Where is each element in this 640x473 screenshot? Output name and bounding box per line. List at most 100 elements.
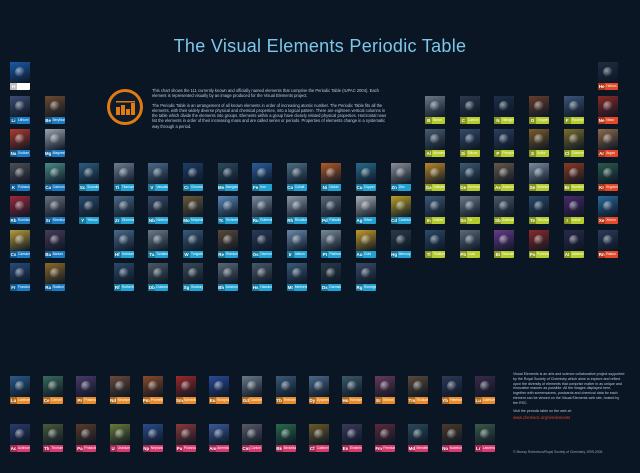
element-tile-lanthanum[interactable]: LaLanthanum [10,376,30,404]
element-tile-astatine[interactable]: At Astatine [563,229,584,258]
element-tile-berkelium[interactable]: BkBerkelium [275,424,296,452]
element-tile-holmium[interactable]: Ho Holmium [342,376,362,404]
element-tile-protactinium[interactable]: PaProtactinium [76,424,97,452]
element-tile-mendelevium[interactable]: MdMendelevium [408,424,429,452]
element-tile-americium[interactable]: AmAmericium [209,424,230,452]
element-tile-radium[interactable]: Ra Radium [44,263,65,291]
element-tile-boron[interactable]: B Boron [425,95,446,124]
element-tile-iridium[interactable]: Ir Iridium [286,229,307,258]
element-tile-actinium[interactable]: Ac Actinium [10,424,30,452]
element-tile-caesium[interactable]: Cs Caesium [10,229,30,258]
element-tile-tungsten[interactable]: WTungsten [183,229,203,258]
element-tile-tin[interactable]: Sn Tin [459,196,480,224]
element-tile-hafnium[interactable]: Hf Hafnium [113,229,134,258]
element-tile-titanium[interactable]: Ti Titanium [113,162,134,191]
element-tile-yttrium[interactable]: Y Yttrium [79,196,100,224]
element-tile-bohrium[interactable]: Bh Bohrium [217,263,238,291]
element-tile-helium[interactable]: He Helium [598,62,619,90]
element-tile-einsteinium[interactable]: EsEinsteinium [342,424,362,452]
element-tile-darmstadtium[interactable]: DsDarmstadtium [321,263,342,291]
element-tile-mercury[interactable]: Hg Mercury [390,229,411,258]
element-tile-magnesium[interactable]: MgMagnesium [44,129,65,157]
element-tile-manganese[interactable]: MnManganese [217,162,238,191]
element-tile-gallium[interactable]: Ga Gallium [425,162,446,191]
element-tile-oxygen[interactable]: O Oxygen [529,95,549,124]
element-tile-europium[interactable]: EuEuropium [209,376,230,404]
element-tile-arsenic[interactable]: As Arsenic [494,162,515,191]
element-tile-curium[interactable]: Cm Curium [242,424,263,452]
element-tile-bismuth[interactable]: Bi Bismuth [494,229,515,258]
element-tile-lithium[interactable]: Li Lithium [10,95,30,124]
element-tile-tantalum[interactable]: TaTantalum [148,229,169,258]
element-tile-seaborgium[interactable]: SgSeaborgium [183,263,203,291]
element-tile-barium[interactable]: Ba Barium [44,229,65,258]
element-tile-nickel[interactable]: Ni Nickel [321,162,342,191]
element-tile-californium[interactable]: CfCalifornium [308,424,329,452]
element-tile-hassium[interactable]: Hs Hassium [252,263,273,291]
element-tile-silicon[interactable]: Si Silicon [459,129,480,157]
element-tile-neodymium[interactable]: NdNeodymium [109,376,130,404]
element-tile-rhodium[interactable]: Rh Rhodium [286,196,307,224]
element-tile-argon[interactable]: Ar Argon [598,129,619,157]
element-tile-rutherfordium[interactable]: RfRutherfordium [113,263,134,291]
element-tile-lutetium[interactable]: Lu Lutetium [474,376,495,404]
website-link[interactable]: www.chemsoc.org/viselements [513,416,625,421]
element-tile-tellurium[interactable]: Te Tellurium [529,196,549,224]
element-tile-uranium[interactable]: U Uranium [109,424,130,452]
element-tile-antimony[interactable]: SbAntimony [494,196,515,224]
element-tile-technetium[interactable]: TcTechnetium [217,196,238,224]
element-tile-platinum[interactable]: Pt Platinum [321,229,342,258]
element-tile-thulium[interactable]: Tm Thulium [408,376,429,404]
element-tile-nobelium[interactable]: NoNobelium [441,424,462,452]
element-tile-rubidium[interactable]: RbRubidium [10,196,30,224]
element-tile-cadmium[interactable]: CdCadmium [390,196,411,224]
element-tile-xenon[interactable]: Xe Xenon [598,196,619,224]
element-tile-thallium[interactable]: Tl Thallium [425,229,446,258]
element-tile-gadolinium[interactable]: GdGadolinium [242,376,263,404]
element-tile-hydrogen[interactable]: HHydrogen [10,62,30,90]
element-tile-zirconium[interactable]: ZrZirconium [113,196,134,224]
element-tile-selenium[interactable]: SeSelenium [529,162,549,191]
element-tile-sulfur[interactable]: S Sulfur [529,129,549,157]
element-tile-krypton[interactable]: Kr Krypton [598,162,619,191]
element-tile-lawrencium[interactable]: LrLawrencium [474,424,495,452]
element-tile-promethium[interactable]: PmPromethium [142,376,163,404]
element-tile-silver[interactable]: Ag Silver [356,196,376,224]
element-tile-lead[interactable]: Pb Lead [459,229,480,258]
element-tile-rhenium[interactable]: Re Rhenium [217,229,238,258]
element-tile-gold[interactable]: Au Gold [356,229,376,258]
element-tile-thorium[interactable]: Th Thorium [43,424,64,452]
element-tile-osmium[interactable]: Os Osmium [252,229,273,258]
element-tile-copper[interactable]: Cu Copper [356,162,376,191]
element-tile-terbium[interactable]: Tb Terbium [275,376,296,404]
element-tile-beryllium[interactable]: BeBeryllium [44,95,65,124]
element-tile-strontium[interactable]: SrStrontium [44,196,65,224]
element-tile-molybdenum[interactable]: MoMolybdenum [183,196,203,224]
element-tile-niobium[interactable]: Nb Niobium [148,196,169,224]
element-tile-erbium[interactable]: Er Erbium [375,376,396,404]
element-tile-chlorine[interactable]: Cl Chlorine [563,129,584,157]
element-tile-samarium[interactable]: SmSamarium [176,376,196,404]
element-tile-sodium[interactable]: Na Sodium [10,129,30,157]
element-tile-fermium[interactable]: Fm Fermium [375,424,396,452]
element-tile-radon[interactable]: Rn Radon [598,229,619,258]
element-tile-plutonium[interactable]: PuPlutonium [176,424,196,452]
element-tile-dysprosium[interactable]: DyDysprosium [308,376,329,404]
element-tile-francium[interactable]: FrFrancium [10,263,30,291]
element-tile-phosphorus[interactable]: PPhosphorus [494,129,515,157]
element-tile-carbon[interactable]: C Carbon [459,95,480,124]
element-tile-nitrogen[interactable]: N Nitrogen [494,95,515,124]
element-tile-dubnium[interactable]: Db Dubnium [148,263,169,291]
element-tile-roentgenium[interactable]: RgRoentgenium [356,263,376,291]
element-tile-chromium[interactable]: CrChromium [183,162,203,191]
element-tile-ruthenium[interactable]: RuRuthenium [252,196,273,224]
element-tile-scandium[interactable]: ScScandium [79,162,100,191]
element-tile-aluminium[interactable]: AlAluminium [425,129,446,157]
element-tile-zinc[interactable]: Zn Zinc [390,162,411,191]
element-tile-neptunium[interactable]: NpNeptunium [142,424,163,452]
element-tile-cobalt[interactable]: Co Cobalt [286,162,307,191]
element-tile-indium[interactable]: In Indium [425,196,446,224]
element-tile-neon[interactable]: Ne Neon [598,95,619,124]
element-tile-vanadium[interactable]: VVanadium [148,162,169,191]
element-tile-praseodymium[interactable]: PrPraseodymium [76,376,97,404]
